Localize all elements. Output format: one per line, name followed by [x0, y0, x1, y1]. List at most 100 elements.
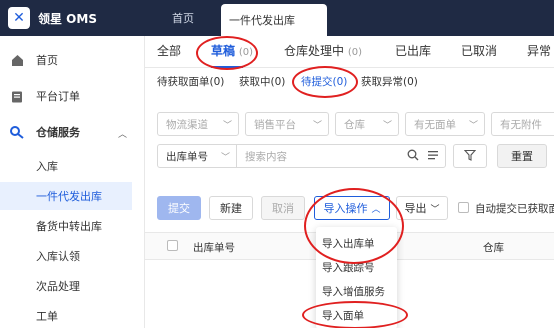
- active-tab-indicator: [211, 66, 243, 68]
- sidebar-item-platform-orders[interactable]: 平台订单: [0, 82, 145, 110]
- subtab-label: 待获取面单: [157, 76, 210, 88]
- sidebar-item-label: 备货中转出库: [36, 220, 102, 233]
- warehouse-icon: [10, 125, 24, 139]
- select-placeholder: 有无附件: [500, 118, 542, 131]
- has-attachment-select[interactable]: 有无附件: [491, 112, 554, 136]
- app-name: 领星 OMS: [38, 11, 97, 26]
- menu-item-import-value-added[interactable]: 导入增值服务: [316, 279, 397, 303]
- chevron-down-icon: ﹀: [468, 121, 478, 131]
- chevron-down-icon: ﹀: [430, 204, 440, 215]
- chevron-down-icon: ﹀: [220, 153, 230, 163]
- sidebar-item-label: 入库认领: [36, 250, 80, 263]
- clipboard-icon: [10, 89, 24, 103]
- select-value: 出库单号: [166, 150, 208, 163]
- filter-button[interactable]: [453, 144, 487, 168]
- app-window: ✕ 领星 OMS 首页 一件代发出库 首页 平台订单 仓储服务 ︿ 入库 一件代…: [0, 0, 554, 328]
- cancel-button[interactable]: 取消: [261, 196, 305, 220]
- sidebar-item-defect-handling[interactable]: 次品处理: [0, 272, 145, 300]
- auto-submit-checkbox[interactable]: [458, 202, 469, 213]
- export-button[interactable]: 导出 ﹀: [396, 196, 448, 220]
- sidebar-item-label: 工单: [36, 310, 58, 323]
- sidebar-item-label: 首页: [36, 54, 58, 67]
- sidebar-item-stock-transfer[interactable]: 备货中转出库: [0, 212, 145, 240]
- select-placeholder: 物流渠道: [166, 118, 208, 131]
- tab-label: 已出库: [395, 44, 432, 58]
- tab-label: 已取消: [461, 44, 498, 58]
- subtab-pending-submit[interactable]: 待提交(0): [301, 74, 347, 89]
- home-icon: [10, 53, 24, 67]
- reset-button[interactable]: 重置: [497, 144, 547, 168]
- menu-item-import-label[interactable]: 导入面单: [316, 303, 397, 327]
- sidebar-item-label: 一件代发出库: [36, 190, 102, 203]
- sidebar: 首页 平台订单 仓储服务 ︿ 入库 一件代发出库 备货中转出库 入库认领 次品处…: [0, 36, 145, 328]
- subtab-label: 待提交: [301, 76, 333, 88]
- sidebar-item-label: 入库: [36, 160, 58, 173]
- tab-cancelled[interactable]: 已取消: [461, 42, 497, 62]
- top-tab-home[interactable]: 首页: [145, 0, 221, 36]
- tab-warehouse-processing[interactable]: 仓库处理中 (0): [284, 42, 362, 62]
- tab-draft[interactable]: 草稿 (0): [211, 42, 253, 62]
- tab-all[interactable]: 全部: [157, 42, 181, 62]
- chevron-down-icon: ﹀: [312, 121, 322, 131]
- sidebar-item-inbound[interactable]: 入库: [0, 152, 145, 180]
- import-dropdown-menu: 导入出库单 导入跟踪号 导入增值服务 导入面单: [316, 227, 397, 328]
- subtab-count: (0): [209, 76, 225, 88]
- tab-label: 仓库处理中: [284, 44, 345, 58]
- search-input[interactable]: 搜索内容: [236, 144, 446, 168]
- button-label: 导入操作: [323, 202, 368, 215]
- tab-exception[interactable]: 异常: [527, 42, 551, 62]
- subtab-fetching[interactable]: 获取中(0): [239, 74, 285, 89]
- search-placeholder: 搜索内容: [245, 150, 287, 163]
- select-placeholder: 销售平台: [254, 118, 296, 131]
- platform-select[interactable]: 销售平台 ﹀: [245, 112, 329, 136]
- subtab-pending-label[interactable]: 待获取面单(0): [157, 74, 224, 89]
- menu-item-import-tracking[interactable]: 导入跟踪号: [316, 255, 397, 279]
- select-placeholder: 有无面单: [414, 118, 456, 131]
- chevron-down-icon: ﹀: [222, 121, 232, 131]
- tab-count: (0): [347, 47, 363, 58]
- search-icon[interactable]: [407, 149, 419, 164]
- search-field-select[interactable]: 出库单号 ﹀: [157, 144, 237, 168]
- status-tabs: 全部 草稿 (0) 仓库处理中 (0) 已出库 已取消 异常: [145, 36, 554, 68]
- logo-icon: ✕: [8, 7, 30, 29]
- submit-button[interactable]: 提交: [157, 196, 201, 220]
- menu-item-import-outbound[interactable]: 导入出库单: [316, 231, 397, 255]
- funnel-icon: [463, 149, 477, 164]
- warehouse-select[interactable]: 仓库 ﹀: [335, 112, 399, 136]
- sidebar-item-tickets[interactable]: 工单: [0, 302, 145, 328]
- subtab-count: (0): [403, 76, 418, 88]
- sidebar-item-warehouse-services[interactable]: 仓储服务 ︿: [0, 118, 145, 146]
- tab-count: (0): [238, 47, 254, 58]
- subtab-label: 获取异常: [361, 76, 403, 88]
- auto-submit-label: 自动提交已获取面: [475, 203, 554, 215]
- tab-label: 草稿: [211, 44, 236, 58]
- top-tab-dropship-outbound[interactable]: 一件代发出库: [221, 4, 327, 36]
- sidebar-item-label: 平台订单: [36, 90, 80, 103]
- sidebar-item-dropship-outbound[interactable]: 一件代发出库: [0, 182, 132, 210]
- new-button[interactable]: 新建: [209, 196, 253, 220]
- channel-select[interactable]: 物流渠道 ﹀: [157, 112, 239, 136]
- list-icon[interactable]: [427, 149, 439, 164]
- sidebar-item-label: 仓储服务: [36, 126, 80, 139]
- has-label-select[interactable]: 有无面单 ﹀: [405, 112, 485, 136]
- tab-label: 异常: [527, 44, 552, 58]
- subtab-label: 获取中: [239, 76, 271, 88]
- sidebar-item-label: 次品处理: [36, 280, 80, 293]
- subtab-count: (0): [332, 76, 348, 88]
- col-order-number[interactable]: 出库单号: [193, 240, 235, 255]
- sub-tabs: 待获取面单(0) 获取中(0) 待提交(0) 获取异常(0): [145, 70, 554, 92]
- select-all-checkbox[interactable]: [167, 240, 178, 251]
- tab-shipped[interactable]: 已出库: [395, 42, 431, 62]
- chevron-down-icon: ﹀: [382, 121, 392, 131]
- subtab-count: (0): [270, 76, 286, 88]
- chevron-up-icon[interactable]: ︿: [118, 127, 127, 140]
- brand[interactable]: ✕ 领星 OMS: [0, 0, 145, 36]
- top-bar: ✕ 领星 OMS 首页 一件代发出库: [0, 0, 554, 36]
- col-warehouse[interactable]: 仓库: [483, 240, 504, 255]
- button-label: 导出: [404, 202, 427, 215]
- sidebar-item-home[interactable]: 首页: [0, 46, 145, 74]
- select-placeholder: 仓库: [344, 118, 365, 131]
- sidebar-item-inbound-claim[interactable]: 入库认领: [0, 242, 145, 270]
- subtab-fetch-error[interactable]: 获取异常(0): [361, 74, 418, 89]
- import-actions-button[interactable]: 导入操作 ︿: [314, 196, 390, 220]
